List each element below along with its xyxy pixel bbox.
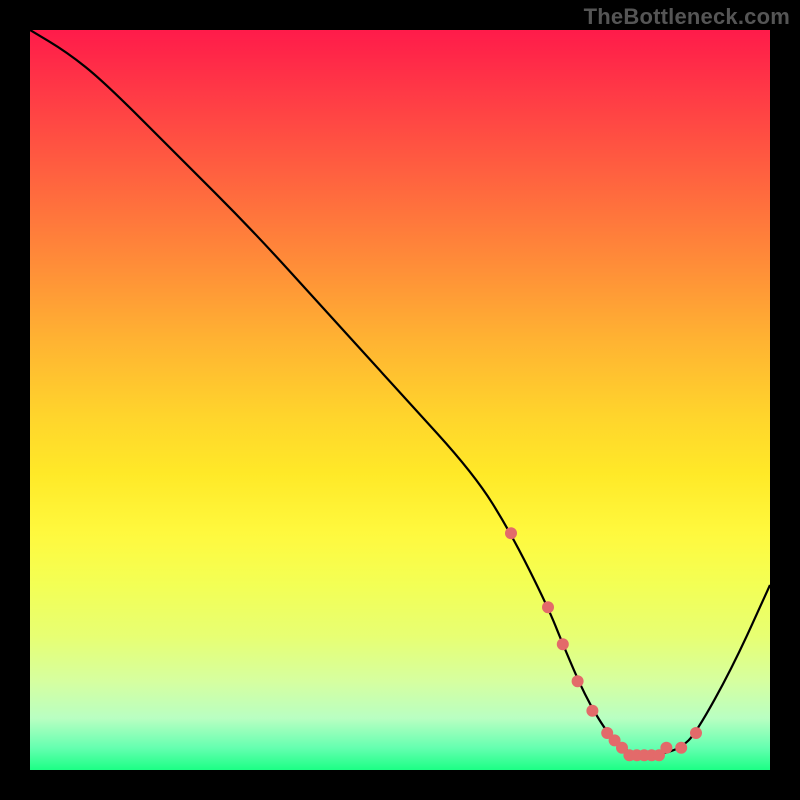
plot-area — [30, 30, 770, 770]
dot — [542, 601, 554, 613]
curve-path — [30, 30, 770, 755]
dot — [572, 675, 584, 687]
dot — [690, 727, 702, 739]
dot — [557, 638, 569, 650]
dot — [505, 527, 517, 539]
dot — [586, 705, 598, 717]
chart-svg — [30, 30, 770, 770]
dot — [660, 742, 672, 754]
chart-frame: TheBottleneck.com — [0, 0, 800, 800]
dot — [675, 742, 687, 754]
watermark-text: TheBottleneck.com — [584, 4, 790, 30]
